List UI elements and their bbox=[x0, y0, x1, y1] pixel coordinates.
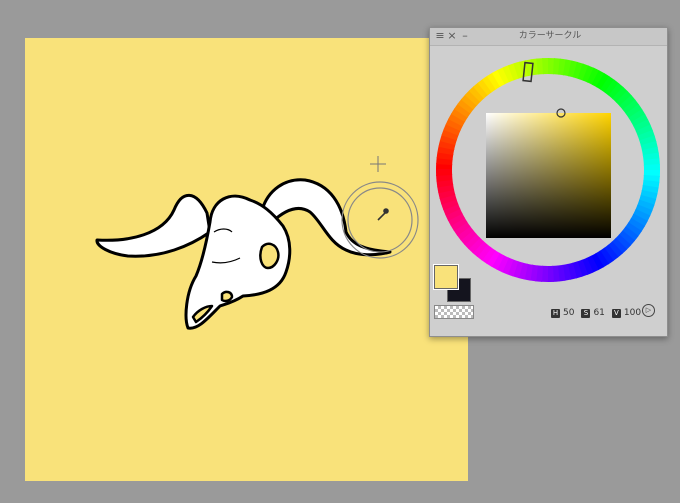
panel-title: カラーサークル bbox=[518, 31, 582, 41]
foreground-color-swatch[interactable] bbox=[433, 264, 459, 290]
close-icon[interactable]: × bbox=[446, 29, 458, 43]
color-circle-panel: ≡ × – カラーサークル H 50 S 61 V 100 ▷ bbox=[429, 27, 668, 337]
value-label: V bbox=[611, 308, 621, 318]
saturation-value: 61 bbox=[593, 308, 605, 318]
minimize-icon[interactable]: – bbox=[459, 29, 471, 43]
menu-icon[interactable]: ≡ bbox=[434, 29, 446, 43]
saturation-label: S bbox=[581, 308, 591, 318]
panel-titlebar[interactable]: ≡ × – カラーサークル bbox=[430, 28, 667, 46]
drawing-canvas[interactable] bbox=[25, 38, 468, 481]
value-value: 100 bbox=[623, 308, 642, 318]
hsv-readout: H 50 S 61 V 100 bbox=[551, 307, 645, 319]
transparent-color-swatch[interactable] bbox=[434, 305, 474, 319]
color-wheel[interactable] bbox=[434, 56, 662, 284]
play-icon[interactable]: ▷ bbox=[642, 304, 655, 317]
hue-label: H bbox=[551, 308, 560, 318]
hue-value: 50 bbox=[563, 308, 575, 318]
